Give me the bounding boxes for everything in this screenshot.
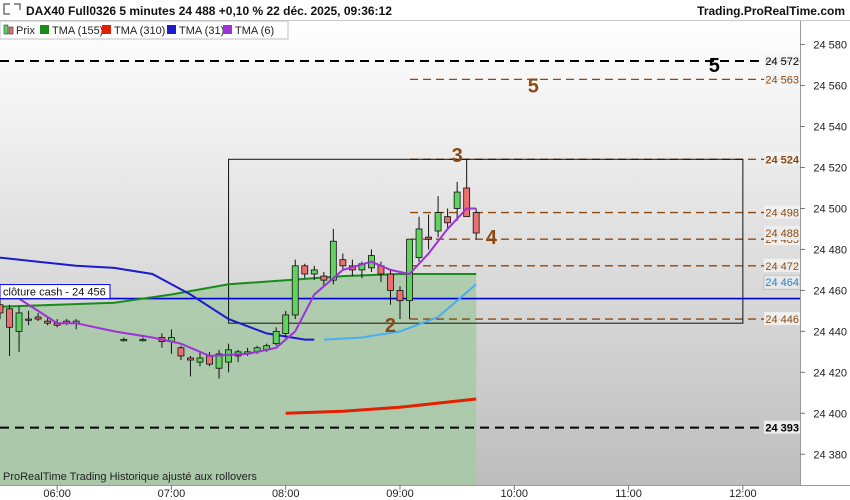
y-tick-label: 24 380 xyxy=(813,449,847,461)
candle-body xyxy=(472,212,480,234)
y-tick-label: 24 480 xyxy=(813,244,847,256)
candle-body xyxy=(406,238,413,302)
x-tick-label: 12:00 xyxy=(729,488,757,500)
x-tick-label: 10:00 xyxy=(501,488,529,500)
candle-body xyxy=(187,357,194,361)
legend-swatch-alt xyxy=(8,26,14,35)
candle-body xyxy=(272,330,280,345)
y-tick-label: 24 560 xyxy=(813,81,847,93)
current-price-label: 24 488 xyxy=(765,228,799,240)
legend-label: TMA (6) xyxy=(235,25,274,37)
y-tick-label: 24 520 xyxy=(813,162,847,174)
tma-value-label: 24 464 xyxy=(765,277,799,289)
level-label: 24 393 xyxy=(765,423,799,435)
x-tick-label: 08:00 xyxy=(272,488,300,500)
candle-body xyxy=(339,259,347,267)
candle xyxy=(282,310,290,338)
wave-label: 4 xyxy=(486,227,498,249)
x-tick-label: 07:00 xyxy=(158,488,186,500)
y-tick-label: 24 460 xyxy=(813,285,847,297)
level-label: 24 446 xyxy=(765,314,799,326)
candle-body xyxy=(120,339,128,342)
candle-body xyxy=(6,308,13,328)
legend-label: TMA (310) xyxy=(114,25,165,37)
candle-body xyxy=(0,304,4,314)
legend-label: TMA (155) xyxy=(52,25,103,37)
level-label: 24 572 xyxy=(765,56,799,68)
brand-label: Trading.ProRealTime.com xyxy=(697,4,845,18)
level-label: 24 472 xyxy=(765,261,799,273)
candle-body xyxy=(282,314,290,334)
legend-swatch xyxy=(167,25,176,34)
wave-label: 2 xyxy=(385,315,396,337)
y-tick-label: 24 440 xyxy=(813,326,847,338)
tma155-fill-area xyxy=(0,274,477,485)
x-tick-label: 09:00 xyxy=(386,488,414,500)
x-tick-label: 06:00 xyxy=(43,488,71,500)
x-tick-label: 11:00 xyxy=(615,488,642,500)
legend-label: Prix xyxy=(16,25,35,37)
candle-body xyxy=(425,236,432,240)
candle-body xyxy=(301,265,309,275)
legend-swatch xyxy=(102,25,111,34)
candle-body xyxy=(15,312,23,332)
candle-body xyxy=(415,228,423,259)
y-tick-label: 24 500 xyxy=(813,203,847,215)
legend-label: TMA (31) xyxy=(179,25,224,37)
wave-label: 3 xyxy=(452,145,463,167)
legend-swatch xyxy=(40,25,49,34)
candle-body xyxy=(463,187,471,218)
chart-title: DAX40 Full0326 5 minutes 24 488 +0,10 % … xyxy=(26,4,392,18)
candle-body xyxy=(329,240,337,281)
cloture-cash-label-text: clôture cash - 24 456 xyxy=(3,287,106,299)
candle-body xyxy=(44,320,52,324)
y-tick-label: 24 420 xyxy=(813,367,847,379)
wave-label: 5 xyxy=(528,76,539,98)
level-label: 24 498 xyxy=(765,208,799,220)
candle-body xyxy=(34,316,42,320)
candle-body xyxy=(310,269,318,275)
candle-body xyxy=(206,355,213,365)
y-tick-label: 24 540 xyxy=(813,122,847,134)
candle-body xyxy=(291,265,299,316)
candle-body xyxy=(177,347,185,357)
legend-swatch xyxy=(223,25,232,34)
y-tick-label: 24 400 xyxy=(813,408,847,420)
candle-body xyxy=(434,212,442,232)
wave-label: 5 xyxy=(709,55,720,77)
candle-body xyxy=(139,339,147,342)
y-tick-label: 24 580 xyxy=(813,40,847,52)
candle-body xyxy=(396,289,404,302)
candle-body xyxy=(387,273,394,291)
candle-body xyxy=(196,357,204,363)
candle-body xyxy=(453,191,461,209)
price-chart: DAX40 Full0326 5 minutes 24 488 +0,10 % … xyxy=(0,0,850,500)
candle-body xyxy=(320,275,328,281)
candle xyxy=(291,259,299,320)
candle-body xyxy=(444,216,452,224)
level-label: 24 524 xyxy=(765,154,800,166)
candle-body xyxy=(25,318,32,321)
level-label: 24 563 xyxy=(765,74,799,86)
cloture-cash-label: clôture cash - 24 456 xyxy=(0,284,111,300)
footer-note: ProRealTime Trading Historique ajusté au… xyxy=(3,471,257,483)
legend-swatch xyxy=(3,24,9,35)
